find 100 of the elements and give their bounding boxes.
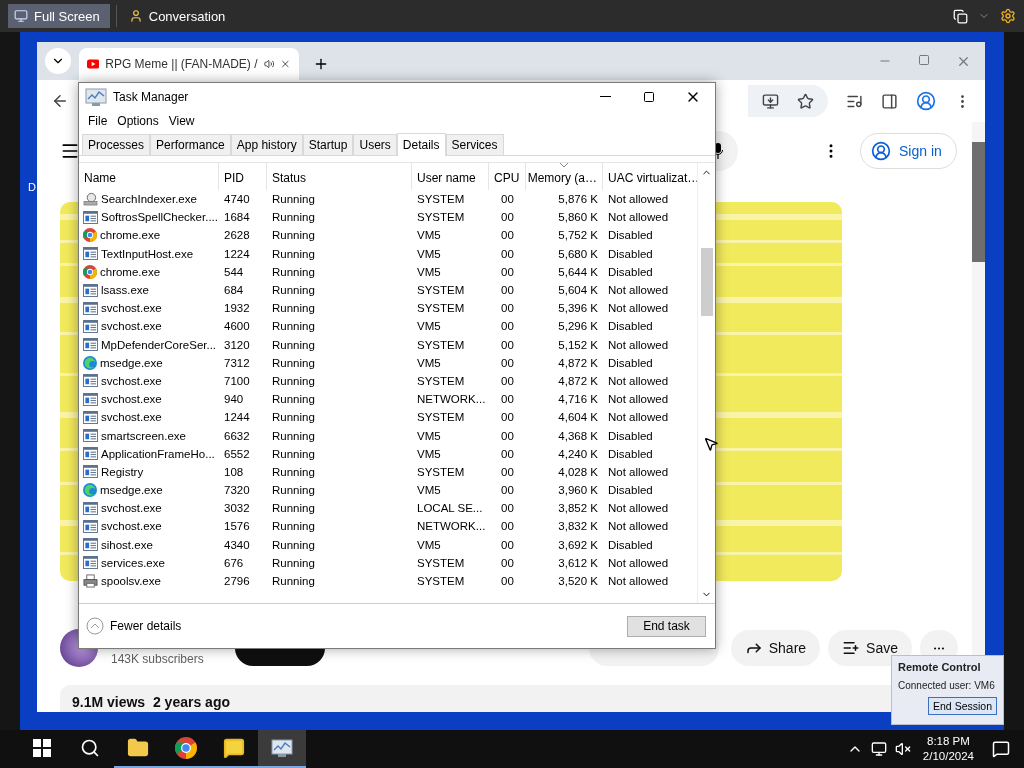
new-tab-icon[interactable] — [313, 56, 329, 72]
table-cell-text: SYSTEM — [416, 302, 466, 315]
toolbar-button[interactable]: Conversation — [122, 4, 236, 28]
fewer-details-button[interactable]: Fewer details — [86, 617, 182, 635]
table-cell-text: Not allowed — [607, 502, 670, 515]
process-name: SoftrosSpellChecker.... — [79, 210, 219, 224]
menu-item[interactable]: View — [163, 113, 200, 128]
table-cell-text: 3,612 K — [557, 556, 599, 569]
window-icon — [83, 447, 98, 461]
share-button[interactable]: Share — [730, 630, 821, 666]
table-cell-text: Not allowed — [607, 338, 670, 351]
table-cell-text: 00 — [500, 320, 515, 333]
table-cell-text: Not allowed — [607, 393, 670, 406]
column-header[interactable]: Name — [79, 163, 219, 190]
table-cell-text: Not allowed — [607, 374, 670, 387]
network-icon[interactable] — [870, 741, 887, 757]
table-cell-text: VM5 — [416, 265, 442, 278]
table-cell-text: 2628 — [223, 229, 251, 242]
profile-icon[interactable] — [916, 91, 936, 111]
window-icon — [83, 519, 98, 533]
table-cell-text: 00 — [500, 520, 515, 533]
tab[interactable]: Details — [396, 133, 446, 156]
maximize-icon[interactable] — [918, 53, 930, 66]
speaker-icon — [263, 57, 275, 71]
notification-icon[interactable] — [992, 740, 1010, 758]
column-header[interactable]: User name — [412, 163, 489, 190]
table-cell-text: Running — [271, 211, 316, 224]
tab[interactable]: App history — [230, 134, 303, 155]
tab[interactable]: Performance — [150, 134, 231, 155]
table-cell-text: Running — [271, 193, 316, 206]
table-cell-text: 00 — [500, 393, 515, 406]
tab[interactable]: Users — [353, 134, 397, 155]
table-cell-text: 00 — [500, 465, 515, 478]
install-icon[interactable] — [762, 92, 779, 110]
menu-icon[interactable] — [60, 141, 80, 161]
column-header[interactable]: PID — [219, 163, 267, 190]
monitor-chart-icon — [271, 738, 293, 758]
table-cell-text: 00 — [500, 538, 515, 551]
browser-tab[interactable]: RPG Meme || (FAN-MADE) / — [79, 48, 299, 80]
table-cell-text: 108 — [223, 465, 245, 478]
tab[interactable]: Services — [445, 134, 504, 155]
table-cell-text: VM5 — [416, 229, 442, 242]
table-cell-text: 1244 — [223, 411, 251, 424]
table-cell-text: SYSTEM — [416, 465, 466, 478]
window-title: Task Manager — [113, 89, 189, 104]
table-cell-text: Running — [271, 502, 316, 515]
table-cell-text: VM5 — [416, 538, 442, 551]
tab[interactable]: Processes — [82, 134, 151, 155]
table-cell-text: SYSTEM — [416, 338, 466, 351]
table-cell-text: Disabled — [607, 320, 654, 333]
window-icon — [83, 247, 98, 261]
column-header[interactable]: UAC virtualizat… — [603, 163, 697, 190]
process-name: smartscreen.exe — [79, 429, 219, 443]
table-cell-text: 684 — [223, 284, 245, 297]
table-cell-text: Disabled — [607, 229, 654, 242]
process-name: spoolsv.exe — [79, 574, 219, 589]
table-cell-text: SYSTEM — [416, 374, 466, 387]
table-cell-text: Running — [271, 465, 316, 478]
table-cell-text: VM5 — [416, 356, 442, 369]
sign-in-button[interactable]: Sign in — [860, 133, 957, 169]
table-cell-text: 00 — [500, 556, 515, 569]
table-cell-text: Not allowed — [607, 556, 670, 569]
table-cell-text: 3032 — [223, 502, 251, 515]
table-cell-text: Running — [271, 556, 316, 569]
process-name: chrome.exe — [79, 264, 219, 279]
table-cell-text: 1576 — [223, 520, 251, 533]
address-bar[interactable] — [748, 85, 828, 117]
windows-logo-icon — [33, 739, 51, 757]
menu-item[interactable]: Options — [112, 113, 164, 128]
table-cell-text: 5,752 K — [557, 229, 599, 242]
process-name: sihost.exe — [79, 538, 219, 552]
table-cell-text: VM5 — [416, 247, 442, 260]
tab-search-button[interactable] — [45, 48, 71, 74]
toolbar-button[interactable]: Full Screen — [8, 4, 110, 28]
settings-icon[interactable] — [1000, 8, 1016, 24]
scroll-thumb[interactable] — [700, 248, 713, 316]
table-cell-text: Disabled — [607, 447, 654, 460]
table-cell-text: Running — [271, 284, 316, 297]
side-panel-icon[interactable] — [881, 92, 898, 110]
table-cell-text: 00 — [500, 338, 515, 351]
back-icon[interactable] — [51, 92, 69, 110]
tab[interactable]: Startup — [302, 134, 354, 155]
user-icon — [871, 141, 891, 161]
table-cell-text: Running — [271, 429, 316, 442]
table-cell-text: 4,872 K — [557, 374, 599, 387]
process-name: ApplicationFrameHo... — [79, 447, 219, 461]
process-name: svchost.exe — [79, 319, 219, 333]
taskbar-app[interactable] — [258, 730, 306, 768]
column-header[interactable]: Memory (a… — [526, 163, 603, 190]
windows-icon[interactable] — [953, 8, 968, 24]
menu-item[interactable]: File — [83, 113, 113, 128]
clock[interactable]: 8:18 PM 2/10/2024 — [922, 734, 974, 764]
column-header[interactable]: Status — [267, 163, 412, 190]
window-icon — [83, 301, 98, 315]
end-task-button[interactable]: End task — [627, 615, 706, 637]
star-icon[interactable] — [797, 92, 814, 110]
chrome-icon — [83, 228, 97, 243]
muted-volume-icon[interactable] — [894, 741, 911, 757]
column-header[interactable]: CPU — [489, 163, 526, 190]
end-session-button[interactable]: End Session — [928, 697, 997, 715]
